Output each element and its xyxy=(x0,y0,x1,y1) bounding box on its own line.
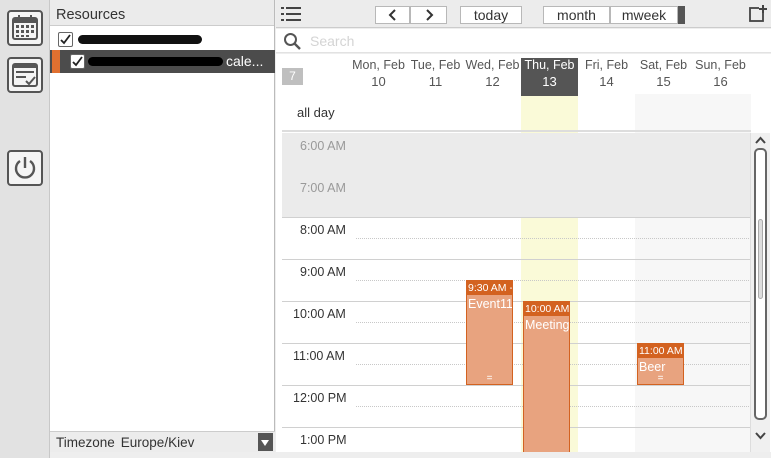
mweek-view-button[interactable]: mweek xyxy=(610,6,678,24)
day-header-sun[interactable]: Sun, Feb 16 xyxy=(692,58,749,96)
resources-panel: Resources cale... Timezone Europe/Kiev xyxy=(50,0,275,452)
timezone-label: Timezone xyxy=(56,435,115,450)
scrollbar-track[interactable] xyxy=(754,148,767,420)
app-rail xyxy=(0,0,50,458)
power-icon xyxy=(14,157,36,179)
day-header-sat[interactable]: Sat, Feb 15 xyxy=(635,58,692,96)
allday-divider xyxy=(282,130,751,132)
day-header-mon[interactable]: Mon, Feb 10 xyxy=(350,58,407,96)
resource-item-selected[interactable]: cale... xyxy=(50,50,275,73)
menu-icon[interactable] xyxy=(281,7,301,21)
half-hour-line xyxy=(356,238,751,239)
scroll-up-icon[interactable] xyxy=(755,136,766,145)
hour-line xyxy=(282,385,751,386)
search-icon xyxy=(284,33,301,50)
chevron-down-icon[interactable] xyxy=(258,433,273,451)
logout-button[interactable] xyxy=(7,150,43,186)
event-title: Event11 xyxy=(468,297,512,311)
resource-color-swatch xyxy=(52,50,60,73)
month-view-button[interactable]: month xyxy=(543,6,610,24)
hour-line xyxy=(282,427,751,428)
resize-handle[interactable]: = xyxy=(467,374,512,384)
event-title: Beer xyxy=(639,360,666,374)
time-label: 9:00 AM xyxy=(300,265,346,279)
timezone-selector[interactable]: Timezone Europe/Kiev xyxy=(50,431,275,452)
day-header-wed[interactable]: Wed, Feb 12 xyxy=(464,58,521,96)
calendar-icon xyxy=(12,15,38,40)
search-bar xyxy=(276,29,771,53)
tasks-icon xyxy=(12,63,38,87)
off-hours-shade xyxy=(282,133,751,217)
resources-title: Resources xyxy=(50,0,274,26)
chevron-left-icon xyxy=(388,9,396,21)
week-number-badge: 7 xyxy=(282,68,303,85)
time-label: 8:00 AM xyxy=(300,223,346,237)
week-calendar: 7 Mon, Feb 10 Tue, Feb 11 Wed, Feb 12 Thu, … xyxy=(276,54,771,452)
scrollbar-thumb[interactable] xyxy=(758,219,763,299)
checkmark-icon xyxy=(60,34,71,45)
chevron-right-icon xyxy=(425,9,433,21)
resource-checkbox[interactable] xyxy=(70,54,85,69)
calendar-app-button[interactable] xyxy=(7,10,43,46)
calendar-event[interactable]: 10:00 AM Meeting xyxy=(523,301,570,452)
add-event-icon[interactable] xyxy=(749,5,767,23)
calendar-event[interactable]: 11:00 AM Beer = xyxy=(637,343,684,385)
hour-line xyxy=(282,259,751,260)
resource-label: cale... xyxy=(226,53,264,69)
vertical-scrollbar[interactable] xyxy=(750,133,770,452)
time-label: 10:00 AM xyxy=(293,307,346,321)
calendar-toolbar: today month mweek xyxy=(276,0,771,28)
prev-button[interactable] xyxy=(375,6,410,24)
hour-line xyxy=(282,301,751,302)
time-label: 7:00 AM xyxy=(300,181,346,195)
time-label: 6:00 AM xyxy=(300,139,346,153)
view-selector-indicator xyxy=(678,6,685,24)
time-label: 12:00 PM xyxy=(293,391,347,405)
next-button[interactable] xyxy=(410,6,447,24)
redacted-label xyxy=(78,35,202,44)
resize-handle[interactable]: = xyxy=(638,374,683,384)
allday-label: all day xyxy=(297,105,335,120)
event-time: 10:00 AM xyxy=(524,302,569,316)
event-title: Meeting xyxy=(525,318,569,332)
checkmark-icon xyxy=(72,56,83,67)
day-header-fri[interactable]: Fri, Feb 14 xyxy=(578,58,635,96)
today-button[interactable]: today xyxy=(460,6,522,24)
resource-checkbox[interactable] xyxy=(58,32,73,47)
hour-line xyxy=(282,217,751,218)
event-time: 9:30 AM - xyxy=(467,281,512,295)
redacted-label xyxy=(88,57,223,66)
event-time: 11:00 AM xyxy=(638,344,683,358)
resource-item[interactable] xyxy=(50,29,275,49)
time-label: 11:00 AM xyxy=(293,349,345,363)
calendar-event[interactable]: 9:30 AM - Event11 = xyxy=(466,280,513,385)
day-header-thu-today[interactable]: Thu, Feb 13 xyxy=(521,58,578,96)
scroll-down-icon[interactable] xyxy=(755,431,766,440)
time-label: 1:00 PM xyxy=(300,433,347,447)
tasks-app-button[interactable] xyxy=(7,57,43,93)
day-header-tue[interactable]: Tue, Feb 11 xyxy=(407,58,464,96)
half-hour-line xyxy=(356,280,751,281)
search-input[interactable] xyxy=(310,32,760,50)
timezone-value: Europe/Kiev xyxy=(120,435,195,450)
